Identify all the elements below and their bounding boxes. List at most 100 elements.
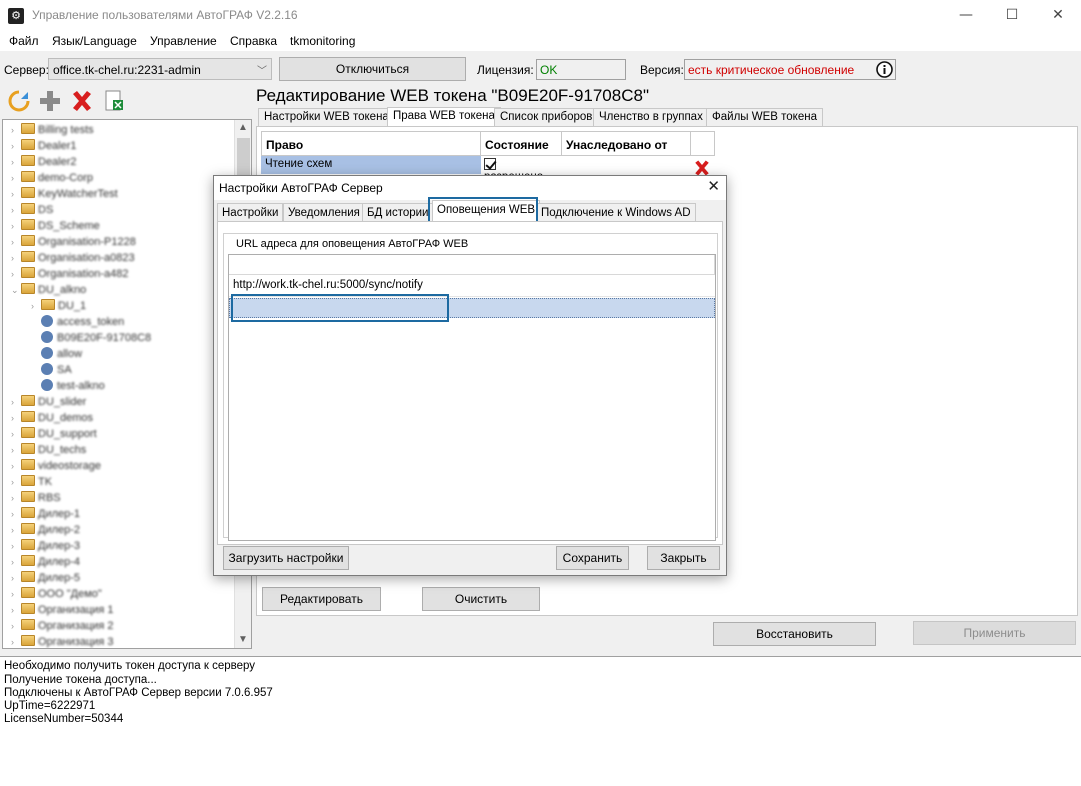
tree-item[interactable]: › Дилер-1 [11, 506, 80, 522]
tree-item[interactable]: › DS_Scheme [11, 218, 100, 234]
expand-icon[interactable]: › [11, 506, 21, 522]
tree-item[interactable]: › Организация 2 [11, 618, 114, 634]
tree-item[interactable]: › Дилер-4 [11, 554, 80, 570]
scroll-down-icon[interactable]: ▼ [235, 632, 251, 648]
tab-token-rights[interactable]: Права WEB токена [387, 107, 501, 128]
tree-item[interactable]: › Organisation-P1228 [11, 234, 136, 250]
expand-icon[interactable]: › [11, 602, 21, 618]
restore-button[interactable]: Восстановить [713, 622, 876, 646]
tab-notifications[interactable]: Уведомления [283, 203, 365, 223]
expand-icon[interactable]: › [11, 442, 21, 458]
column-state[interactable]: Состояние [480, 131, 562, 156]
column-right[interactable]: Право [261, 131, 481, 156]
tree-item[interactable]: › DU_demos [11, 410, 93, 426]
menu-tkmonitoring[interactable]: tkmonitoring [290, 34, 355, 48]
tree-item[interactable]: › DU_techs [11, 442, 86, 458]
tree-item[interactable]: › TK [11, 474, 52, 490]
expand-icon[interactable]: › [11, 410, 21, 426]
right-name-cell[interactable]: Чтение схем [261, 156, 481, 174]
tree-item[interactable]: SA [31, 362, 72, 378]
tree-item[interactable]: › Organisation-a482 [11, 266, 129, 282]
expand-icon[interactable]: › [11, 586, 21, 602]
tree-item[interactable]: › Dealer1 [11, 138, 77, 154]
clear-button[interactable]: Очистить [422, 587, 540, 611]
menu-manage[interactable]: Управление [150, 34, 217, 48]
maximize-button[interactable]: ☐ [989, 0, 1035, 31]
expand-icon[interactable]: › [11, 266, 21, 282]
tree-item[interactable]: test-alkno [31, 378, 105, 394]
expand-icon[interactable]: › [11, 186, 21, 202]
menu-file[interactable]: Файл [9, 34, 39, 48]
expand-icon[interactable]: › [11, 394, 21, 410]
expand-icon[interactable]: › [11, 202, 21, 218]
refresh-icon[interactable] [7, 89, 31, 113]
info-icon[interactable] [876, 61, 893, 78]
tab-windows-ad[interactable]: Подключение к Windows AD [536, 203, 696, 223]
expand-icon[interactable]: › [11, 154, 21, 170]
expand-icon[interactable]: › [11, 170, 21, 186]
menu-language[interactable]: Язык/Language [52, 34, 137, 48]
minimize-button[interactable]: — [943, 0, 989, 31]
server-select[interactable]: office.tk-chel.ru:2231-admin ﹀ [48, 58, 272, 80]
save-button[interactable]: Сохранить [556, 546, 629, 570]
add-icon[interactable] [38, 89, 62, 113]
expand-icon[interactable]: › [11, 538, 21, 554]
tree-item[interactable]: › demo-Corp [11, 170, 93, 186]
expand-icon[interactable]: › [11, 570, 21, 586]
expand-icon[interactable]: › [11, 138, 21, 154]
tree-item[interactable]: › Дилер-3 [11, 538, 80, 554]
tab-token-settings[interactable]: Настройки WEB токена [258, 108, 395, 127]
expand-icon[interactable]: › [11, 250, 21, 266]
tree-item[interactable]: › Дилер-5 [11, 570, 80, 586]
expand-icon[interactable]: › [11, 522, 21, 538]
menu-help[interactable]: Справка [230, 34, 277, 48]
expand-icon[interactable]: › [11, 218, 21, 234]
tree-item[interactable]: › DS [11, 202, 53, 218]
tab-history-db[interactable]: БД истории [362, 203, 434, 223]
expand-icon[interactable]: › [11, 490, 21, 506]
expand-icon[interactable]: ⌄ [11, 282, 21, 298]
tree-item[interactable]: allow [31, 346, 82, 362]
edit-button[interactable]: Редактировать [262, 587, 381, 611]
delete-icon[interactable] [70, 89, 94, 113]
expand-icon[interactable]: › [11, 618, 21, 634]
expand-icon[interactable]: › [11, 554, 21, 570]
expand-icon[interactable]: › [11, 122, 21, 138]
expand-icon[interactable]: › [11, 234, 21, 250]
tab-token-files[interactable]: Файлы WEB токена [706, 108, 823, 127]
tree-item[interactable]: › DU_1 [31, 298, 86, 314]
expand-icon[interactable]: › [11, 426, 21, 442]
tree-item[interactable]: › ООО "Демо" [11, 586, 102, 602]
tree-item[interactable]: › Dealer2 [11, 154, 77, 170]
tree-item[interactable]: › DU_slider [11, 394, 86, 410]
expand-icon[interactable]: › [11, 634, 21, 648]
tab-settings[interactable]: Настройки [217, 203, 284, 223]
load-settings-button[interactable]: Загрузить настройки [223, 546, 349, 570]
tree-item[interactable]: › Организация 1 [11, 602, 114, 618]
expand-icon[interactable]: › [31, 298, 41, 314]
dialog-close-icon[interactable]: ✕ [707, 177, 720, 195]
close-button[interactable]: ✕ [1035, 0, 1081, 31]
tree-item[interactable]: › KeyWatcherTest [11, 186, 118, 202]
tab-group-membership[interactable]: Членство в группах [593, 108, 709, 127]
url-list[interactable]: http://work.tk-chel.ru:5000/sync/notify [228, 254, 716, 541]
allowed-checkbox[interactable] [484, 158, 496, 170]
expand-icon[interactable]: › [11, 458, 21, 474]
export-excel-icon[interactable] [102, 89, 126, 113]
tree-item[interactable]: › Organisation-a0823 [11, 250, 135, 266]
tree-item[interactable]: › Организация 3 [11, 634, 114, 648]
expand-icon[interactable]: › [11, 474, 21, 490]
tree-item[interactable]: › DU_support [11, 426, 97, 442]
tree-item[interactable]: › Billing tests [11, 122, 94, 138]
apply-button[interactable]: Применить [913, 621, 1076, 645]
tree-item[interactable]: › RBS [11, 490, 61, 506]
scroll-up-icon[interactable]: ▲ [235, 120, 251, 136]
right-state-cell[interactable]: разрешено [480, 156, 562, 183]
tree-item[interactable]: ⌄ DU_alkno [11, 282, 86, 298]
tab-device-list[interactable]: Список приборов [494, 108, 599, 127]
close-dialog-button[interactable]: Закрыть [647, 546, 720, 570]
tree-item[interactable]: › Дилер-2 [11, 522, 80, 538]
tree-item[interactable]: › videostorage [11, 458, 101, 474]
disconnect-button[interactable]: Отключиться [279, 57, 466, 81]
tree-item[interactable]: B09E20F-91708C8 [31, 330, 151, 346]
